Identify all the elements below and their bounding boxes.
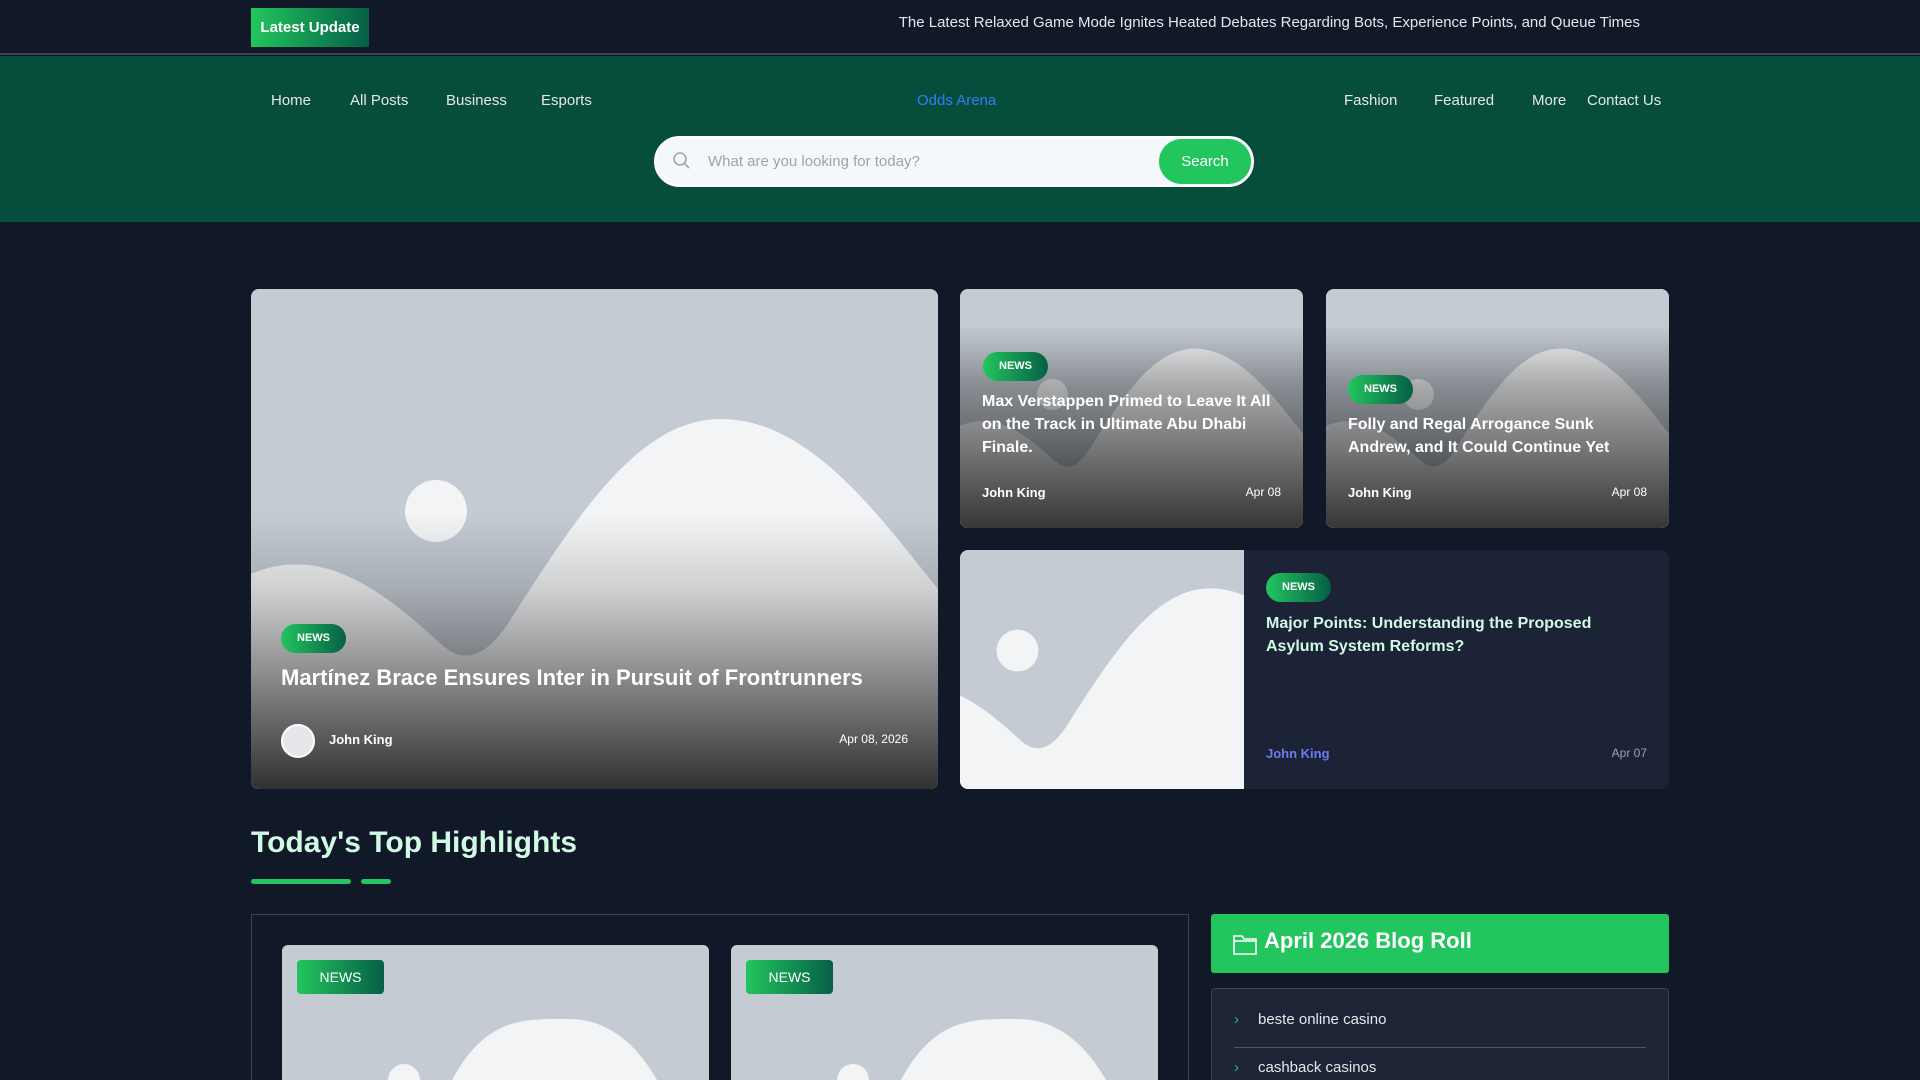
category-badge[interactable]: NEWS <box>281 624 346 653</box>
nav-business[interactable]: Business <box>446 92 507 109</box>
title-underline <box>251 879 351 884</box>
nav-esports[interactable]: Esports <box>541 92 592 109</box>
hero-card[interactable]: NEWS Martínez Brace Ensures Inter in Pur… <box>251 289 938 789</box>
blogroll-header: April 2026 Blog Roll <box>1211 914 1669 973</box>
nav-all-posts[interactable]: All Posts <box>350 92 408 109</box>
search-button[interactable]: Search <box>1159 139 1251 184</box>
date: Apr 08 <box>1611 485 1647 499</box>
divider <box>1234 1047 1646 1048</box>
search-bar: What are you looking for today? Search <box>654 136 1254 187</box>
nav-featured[interactable]: Featured <box>1434 92 1494 109</box>
date: Apr 08, 2026 <box>839 732 908 746</box>
blogroll-title: April 2026 Blog Roll <box>1264 928 1472 953</box>
blogroll-item[interactable]: cashback casinos <box>1258 1059 1376 1076</box>
section-title: Today's Top Highlights <box>251 826 578 859</box>
author[interactable]: John King <box>1348 485 1412 500</box>
post-title[interactable]: Max Verstappen Primed to Leave It All on… <box>982 390 1282 460</box>
search-icon <box>673 152 690 169</box>
nav-more[interactable]: More <box>1532 92 1566 109</box>
folder-icon <box>1233 935 1257 955</box>
latest-update-badge: Latest Update <box>251 8 369 47</box>
nav-home[interactable]: Home <box>271 92 311 109</box>
date: Apr 08 <box>1245 485 1281 499</box>
post-card[interactable]: NEWS Max Verstappen Primed to Leave It A… <box>960 289 1303 528</box>
post-card[interactable]: NEWS Folly and Regal Arrogance Sunk Andr… <box>1326 289 1669 528</box>
avatar <box>281 724 315 758</box>
highlight-card[interactable]: NEWS <box>282 945 709 1080</box>
blogroll-item[interactable]: beste online casino <box>1258 1011 1386 1028</box>
author[interactable]: John King <box>329 732 393 747</box>
ticker-headline[interactable]: The Latest Relaxed Game Mode Ignites Hea… <box>899 14 1640 31</box>
image-placeholder-icon <box>960 550 1244 789</box>
blogroll-list: › beste online casino › cashback casinos <box>1211 988 1669 1080</box>
date: Apr 07 <box>1611 746 1647 760</box>
hero-title[interactable]: Martínez Brace Ensures Inter in Pursuit … <box>281 662 863 694</box>
post-title[interactable]: Major Points: Understanding the Proposed… <box>1266 612 1646 658</box>
category-badge[interactable]: NEWS <box>746 960 833 994</box>
author[interactable]: John King <box>1266 746 1330 761</box>
post-card-wide[interactable]: NEWS Major Points: Understanding the Pro… <box>960 550 1669 789</box>
brand-link[interactable]: Odds Arena <box>917 92 996 109</box>
nav-fashion[interactable]: Fashion <box>1344 92 1397 109</box>
category-badge[interactable]: NEWS <box>1266 573 1331 602</box>
nav-contact-us[interactable]: Contact Us <box>1587 92 1661 109</box>
author[interactable]: John King <box>982 485 1046 500</box>
title-underline-accent <box>361 879 391 884</box>
category-badge[interactable]: NEWS <box>1348 375 1413 404</box>
search-input[interactable]: What are you looking for today? <box>708 153 920 170</box>
chevron-right-icon: › <box>1234 1059 1239 1076</box>
category-badge[interactable]: NEWS <box>983 352 1048 381</box>
highlight-card[interactable]: NEWS <box>731 945 1158 1080</box>
category-badge[interactable]: NEWS <box>297 960 384 994</box>
post-title[interactable]: Folly and Regal Arrogance Sunk Andrew, a… <box>1348 413 1653 459</box>
chevron-right-icon: › <box>1234 1011 1239 1028</box>
